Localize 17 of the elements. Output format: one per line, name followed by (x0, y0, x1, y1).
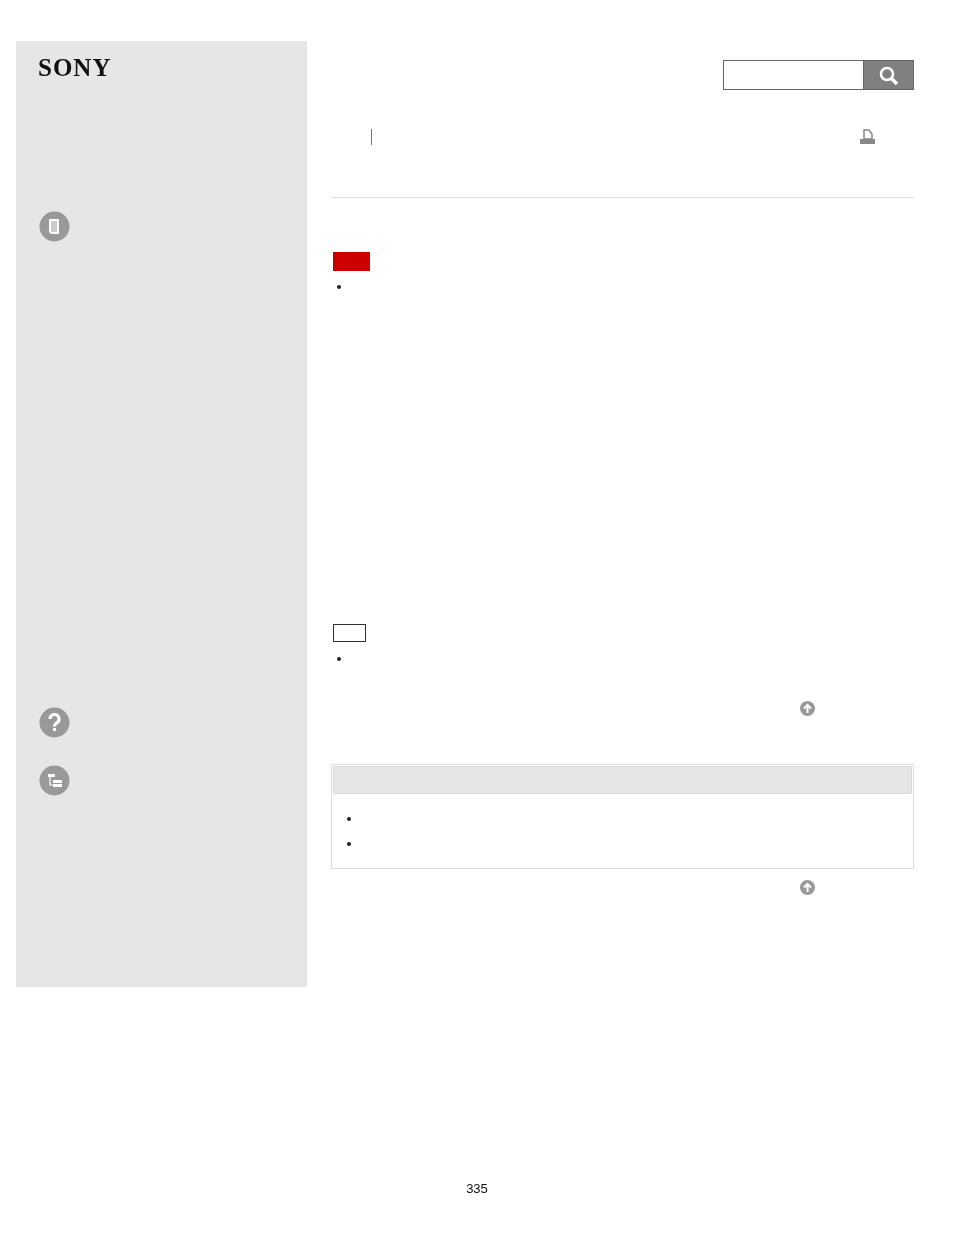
arrow-up-icon[interactable] (800, 701, 815, 716)
print-icon[interactable] (859, 129, 876, 145)
caution-label (333, 252, 370, 271)
logo[interactable]: SONY (38, 55, 112, 80)
bullet (347, 817, 351, 821)
note-label (333, 624, 366, 642)
tree-icon[interactable] (39, 765, 70, 796)
bullet (347, 842, 351, 846)
arrow-up-icon[interactable] (800, 880, 815, 895)
book-icon[interactable] (39, 211, 70, 242)
bullet (337, 657, 341, 661)
page-number: 335 (466, 1181, 488, 1196)
search-button[interactable] (863, 60, 914, 90)
bullet (337, 285, 341, 289)
help-icon[interactable] (39, 707, 70, 738)
search-field[interactable] (723, 60, 863, 90)
search-icon (877, 64, 900, 87)
